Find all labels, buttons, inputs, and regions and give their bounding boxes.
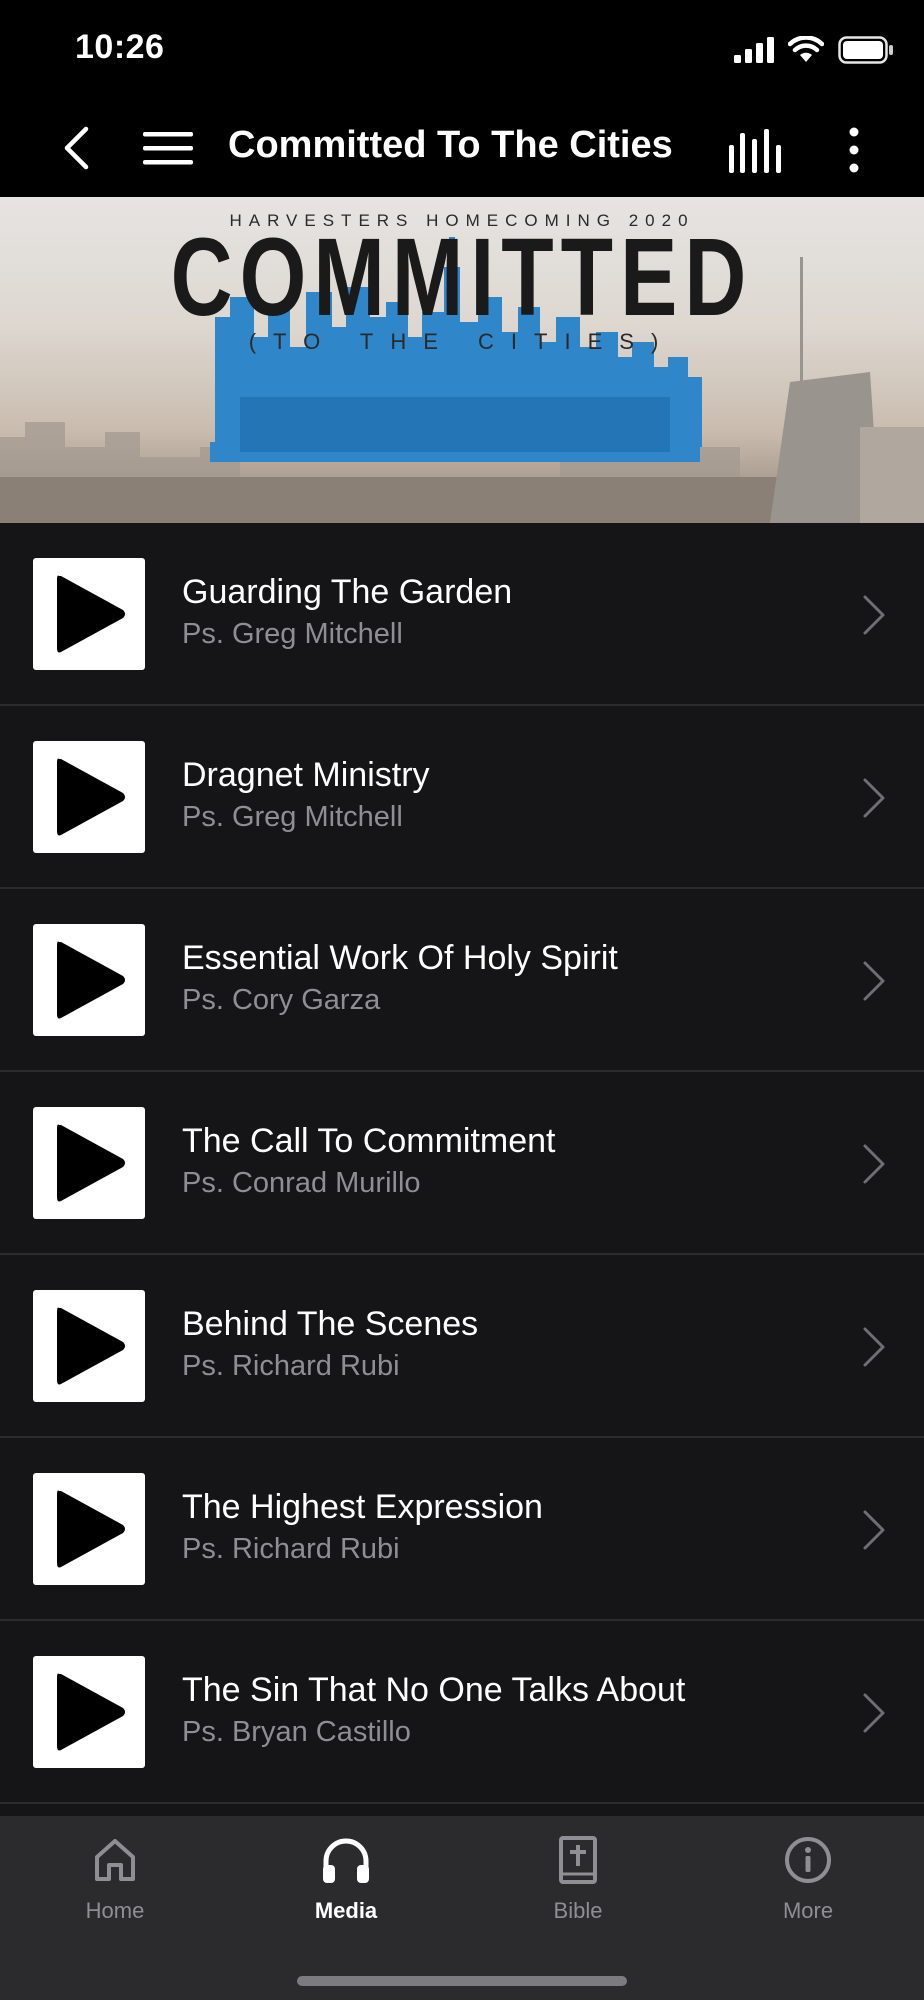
sermon-list: Guarding The Garden Ps. Greg Mitchell Dr… [0, 523, 924, 1816]
page-title: Committed To The Cities [228, 124, 673, 166]
banner-title: COMMITTED [170, 216, 754, 339]
play-thumbnail [33, 1107, 145, 1219]
chevron-right-icon [863, 961, 885, 1001]
menu-button[interactable] [138, 120, 198, 176]
chevron-right-icon [863, 1327, 885, 1367]
item-title: Dragnet Ministry [182, 756, 430, 794]
item-title: Essential Work Of Holy Spirit [182, 939, 618, 977]
back-chevron-icon [64, 126, 89, 170]
list-item[interactable]: The Highest Expression Ps. Richard Rubi [0, 1438, 924, 1621]
series-banner: HARVESTERS HOMECOMING 2020 COMMITTED (TO… [0, 197, 924, 523]
bible-icon [559, 1836, 597, 1884]
play-icon [57, 575, 125, 653]
item-speaker: Ps. Greg Mitchell [182, 801, 403, 833]
more-options-button[interactable] [826, 120, 882, 180]
tab-label: Media [314, 1898, 378, 1923]
item-speaker: Ps. Richard Rubi [182, 1533, 400, 1565]
list-item[interactable]: Essential Work Of Holy Spirit Ps. Cory G… [0, 889, 924, 1072]
item-title: The Highest Expression [182, 1488, 543, 1526]
tab-label: Bible [553, 1898, 603, 1923]
play-thumbnail [33, 924, 145, 1036]
status-icons [734, 36, 894, 64]
banner-subtitle: (TO THE CITIES) [248, 329, 676, 354]
play-thumbnail [33, 1290, 145, 1402]
battery-icon [838, 36, 893, 64]
play-icon [57, 1124, 125, 1202]
list-item[interactable]: Dragnet Ministry Ps. Greg Mitchell [0, 706, 924, 889]
headphones-icon [323, 1838, 369, 1883]
hamburger-menu-icon [143, 132, 193, 165]
list-item[interactable]: Behind The Scenes Ps. Richard Rubi [0, 1255, 924, 1438]
play-icon [57, 758, 125, 836]
status-time: 10:26 [75, 28, 165, 66]
chevron-right-icon [863, 595, 885, 635]
info-icon [785, 1837, 831, 1883]
equalizer-bars-icon [729, 129, 781, 173]
vertical-ellipsis-icon [849, 127, 859, 173]
list-item[interactable]: The Sin That No One Talks About Ps. Brya… [0, 1621, 924, 1804]
navigation-bar: Committed To The Cities [0, 100, 924, 197]
tab-more[interactable]: More [728, 1830, 888, 1940]
home-icon [95, 1839, 135, 1881]
item-title: The Call To Commitment [182, 1122, 556, 1160]
list-item[interactable]: Guarding The Garden Ps. Greg Mitchell [0, 523, 924, 706]
tab-bar: Home Media Bible More [0, 1816, 924, 2000]
item-speaker: Ps. Cory Garza [182, 984, 381, 1016]
cellular-signal-icon [734, 37, 774, 63]
home-indicator[interactable] [297, 1976, 627, 1986]
now-playing-button[interactable] [722, 120, 788, 180]
item-title: Guarding The Garden [182, 573, 513, 611]
play-thumbnail [33, 741, 145, 853]
tab-media[interactable]: Media [266, 1830, 426, 1940]
item-speaker: Ps. Conrad Murillo [182, 1167, 421, 1199]
back-button[interactable] [48, 120, 104, 176]
play-thumbnail [33, 558, 145, 670]
chevron-right-icon [863, 1510, 885, 1550]
tab-bible[interactable]: Bible [498, 1830, 658, 1940]
tab-label: More [782, 1898, 834, 1923]
status-bar: 10:26 [0, 0, 924, 100]
tab-label: Home [85, 1898, 145, 1923]
play-icon [57, 941, 125, 1019]
item-title: Behind The Scenes [182, 1305, 479, 1343]
tab-home[interactable]: Home [35, 1830, 195, 1940]
play-icon [57, 1673, 125, 1751]
play-thumbnail [33, 1656, 145, 1768]
play-thumbnail [33, 1473, 145, 1585]
item-speaker: Ps. Bryan Castillo [182, 1716, 411, 1748]
chevron-right-icon [863, 1693, 885, 1733]
item-speaker: Ps. Richard Rubi [182, 1350, 400, 1382]
chevron-right-icon [863, 1144, 885, 1184]
item-title: The Sin That No One Talks About [182, 1671, 686, 1709]
item-speaker: Ps. Greg Mitchell [182, 618, 403, 650]
chevron-right-icon [863, 778, 885, 818]
wifi-icon [788, 36, 824, 62]
list-item[interactable]: The Call To Commitment Ps. Conrad Murill… [0, 1072, 924, 1255]
play-icon [57, 1490, 125, 1568]
play-icon [57, 1307, 125, 1385]
